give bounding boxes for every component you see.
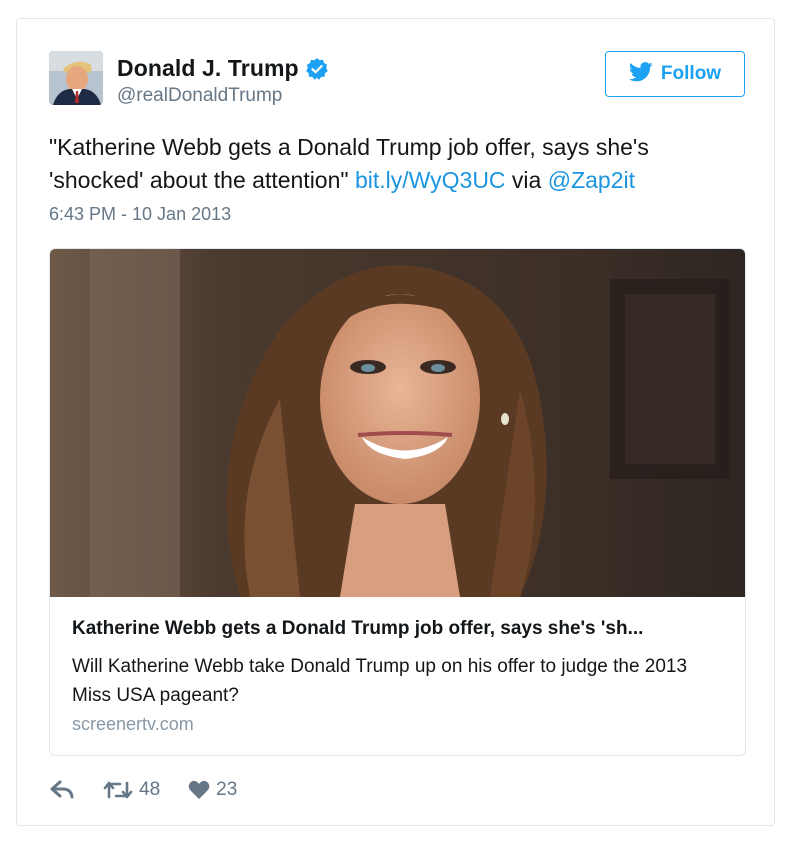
retweet-button[interactable]: 48 bbox=[103, 779, 160, 801]
shortened-link[interactable]: bit.ly/WyQ3UC bbox=[355, 167, 506, 193]
reply-icon bbox=[49, 780, 75, 800]
display-name[interactable]: Donald J. Trump bbox=[117, 55, 299, 82]
avatar-photo bbox=[49, 51, 103, 105]
user-handle[interactable]: @realDonaldTrump bbox=[117, 85, 282, 107]
retweet-count: 48 bbox=[139, 779, 161, 800]
follow-label: Follow bbox=[660, 63, 722, 84]
heart-icon bbox=[188, 780, 210, 800]
follow-button[interactable]: Follow bbox=[605, 51, 745, 97]
card-description: Will Katherine Webb take Donald Trump up… bbox=[72, 656, 688, 706]
via-text: via bbox=[505, 167, 548, 193]
author-name-row: Donald J. Trump bbox=[117, 55, 329, 82]
verified-badge-icon bbox=[305, 57, 329, 81]
tweet-card: Donald J. Trump @realDonaldTrump Follow … bbox=[16, 18, 775, 826]
link-preview-card[interactable]: Katherine Webb gets a Donald Trump job o… bbox=[49, 248, 746, 756]
retweet-icon bbox=[103, 780, 133, 800]
card-image bbox=[50, 249, 745, 597]
like-count: 23 bbox=[216, 779, 238, 800]
tweet-timestamp[interactable]: 6:43 PM - 10 Jan 2013 bbox=[49, 204, 231, 225]
mention-link[interactable]: @Zap2it bbox=[548, 167, 635, 193]
reply-button[interactable] bbox=[49, 780, 75, 800]
tweet-text: "Katherine Webb gets a Donald Trump job … bbox=[49, 131, 749, 197]
like-button[interactable]: 23 bbox=[188, 779, 237, 801]
tweet-actions: 48 23 bbox=[49, 779, 237, 801]
twitter-bird-icon bbox=[628, 61, 653, 87]
avatar[interactable] bbox=[49, 51, 103, 105]
card-title: Katherine Webb gets a Donald Trump job o… bbox=[72, 618, 644, 639]
card-domain: screenertv.com bbox=[72, 714, 194, 734]
